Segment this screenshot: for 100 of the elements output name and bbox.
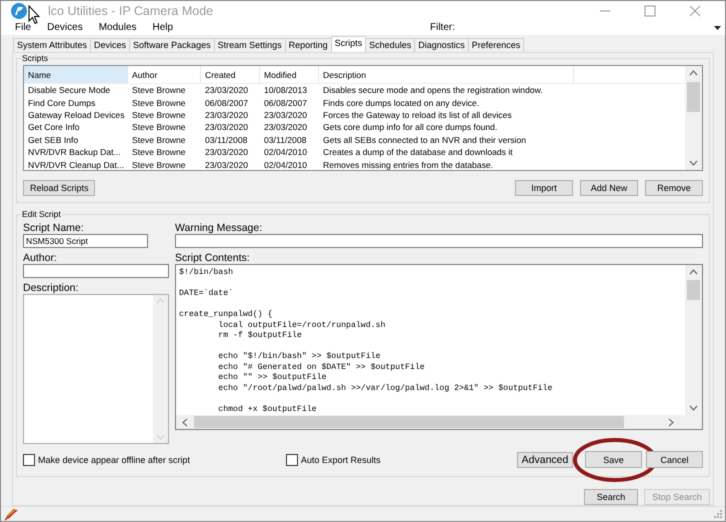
vertical-scrollbar[interactable] [685,66,702,170]
table-cell[interactable]: Steve Browne [128,134,201,145]
table-cell[interactable]: 23/03/2020 [201,110,260,120]
menu-item[interactable]: File [15,22,32,33]
scroll-left-icon[interactable] [182,418,188,426]
column-header[interactable]: Modified [260,66,319,83]
action-button[interactable]: Add New [580,180,638,196]
field-label: Warning Message: [175,222,264,234]
vertical-scrollbar[interactable] [685,265,702,415]
pencil-icon [4,507,18,521]
scroll-right-icon[interactable] [668,418,674,426]
table-cell[interactable]: 23/03/2020 [260,110,319,120]
table-cell[interactable]: 23/03/2020 [260,122,319,132]
scroll-thumb[interactable] [687,82,700,112]
field-label: Script Name: [23,222,85,234]
table-cell[interactable]: Get SEB Info [24,134,128,145]
group-title: Edit Script [21,209,62,219]
script-contents-field[interactable] [175,264,703,430]
column-header[interactable]: Created [201,66,260,83]
tab[interactable]: Diagnostics [414,38,469,52]
code-line: rm -f $outputFile [217,331,303,342]
scroll-thumb[interactable] [194,416,624,428]
checkbox[interactable]: Auto Export Results [286,454,380,466]
column-header[interactable]: Name [24,66,128,83]
scroll-up-icon[interactable] [689,269,698,275]
table-cell[interactable]: Steve Browne [128,122,201,132]
table-cell[interactable]: 02/04/2010 [260,147,319,158]
column-header[interactable]: Description [319,66,574,83]
table-cell[interactable]: Get Core Info [24,122,128,132]
checkbox[interactable]: Make device appear offline after script [23,454,190,466]
dropdown-arrow-icon [714,26,721,30]
table-cell[interactable]: Gets core dump info for all core dumps found. [319,122,574,132]
code-line: echo "/root/palwd/palwd.sh >>/var/log/palwd.log 2>&1" >> $outputFile [217,384,554,394]
resize-grip-icon[interactable] [714,510,722,518]
table-cell[interactable]: Steve Browne [128,147,201,158]
scroll-down-icon[interactable] [689,405,698,411]
scroll-down-icon [156,434,165,440]
maximize-icon[interactable] [644,4,656,16]
table-cell[interactable]: Find Core Dumps [24,98,128,108]
menu-item[interactable]: Devices [47,22,83,33]
table-cell[interactable]: 06/08/2007 [260,98,319,108]
close-icon[interactable] [689,4,701,16]
table-cell[interactable]: Steve Browne [128,110,201,120]
table-cell[interactable]: Creates a dump of the database and downloads it [319,147,574,158]
action-button[interactable]: Import [515,180,573,196]
tab[interactable]: Reporting [284,38,332,52]
tab[interactable]: Scripts [330,36,366,52]
code-line: chmod +x $outputFile [217,404,318,415]
scroll-down-icon[interactable] [689,160,698,166]
scroll-up-icon [156,298,165,304]
table-cell[interactable]: Steve Browne [128,85,201,96]
tab[interactable]: Preferences [468,38,524,52]
code-line: $!/bin/bash [179,268,234,278]
search-button[interactable]: Search [584,489,638,505]
table-cell[interactable]: Removes missing entries from the database. [319,160,574,170]
scroll-up-icon[interactable] [689,70,698,76]
scroll-thumb[interactable] [687,280,700,300]
table-cell[interactable]: NVR/DVR Cleanup Dat... [24,160,128,170]
table-cell[interactable]: 10/08/2013 [260,85,319,96]
table-cell[interactable]: Gateway Reload Devices [24,110,128,120]
dialog-button[interactable]: Cancel [646,451,703,468]
table-cell[interactable]: Disables secure mode and opens the registration window. [319,85,574,96]
table-cell[interactable]: 06/08/2007 [201,98,260,108]
table-cell[interactable]: Forces the Gateway to reload its list of all devices [319,110,574,120]
table-cell[interactable]: Steve Browne [128,160,201,170]
tab[interactable]: Software Packages [129,38,215,52]
table-cell[interactable]: Disable Secure Mode [24,85,128,96]
column-header[interactable]: Author [128,66,201,83]
table-cell[interactable]: NVR/DVR Backup Dat... [24,147,128,158]
advanced-button[interactable]: Advanced [517,452,573,468]
tab[interactable]: System Attributes [13,38,92,52]
menu-item[interactable]: Modules [98,22,137,33]
window-title: lco Utilities - IP Camera Mode [48,4,214,18]
author-field[interactable] [23,264,169,278]
script-name-field[interactable]: NSM5300 Script [23,234,148,248]
table-cell[interactable]: 03/11/2008 [260,134,319,145]
table-cell[interactable]: 23/03/2020 [201,147,260,158]
table-cell[interactable]: 03/11/2008 [201,134,260,145]
table-cell[interactable]: Steve Browne [128,98,201,108]
code-line: local outputFile=/root/runpalwd.sh [217,320,386,331]
code-line: echo "" >> $outputFile [217,373,328,384]
dialog-button[interactable]: Save [585,451,642,468]
table-cell[interactable]: 23/03/2020 [201,122,260,132]
table-cell[interactable]: 02/04/2010 [260,160,319,170]
table-cell[interactable]: Finds core dumps located on any device. [319,98,574,108]
menu-item[interactable]: Help [152,22,174,33]
tab[interactable]: Stream Settings [214,38,286,52]
code-line: DATE=`date` [179,288,234,300]
table-cell[interactable]: 23/03/2020 [201,160,260,170]
table-cell[interactable]: Gets all SEBs connected to an NVR and their version [319,134,574,145]
group-title: Scripts [21,53,49,63]
code-line: echo "$!/bin/bash" >> $outputFile [217,351,382,362]
field-label: Author: [23,252,58,264]
warning-message-field[interactable] [175,234,703,248]
reload-scripts-button[interactable]: Reload Scripts [23,180,95,196]
horizontal-scrollbar[interactable] [176,415,702,429]
action-button[interactable]: Remove [645,180,703,196]
field-label: Description: [23,282,80,294]
description-field[interactable] [23,294,169,444]
table-cell[interactable]: 23/03/2020 [201,85,260,96]
